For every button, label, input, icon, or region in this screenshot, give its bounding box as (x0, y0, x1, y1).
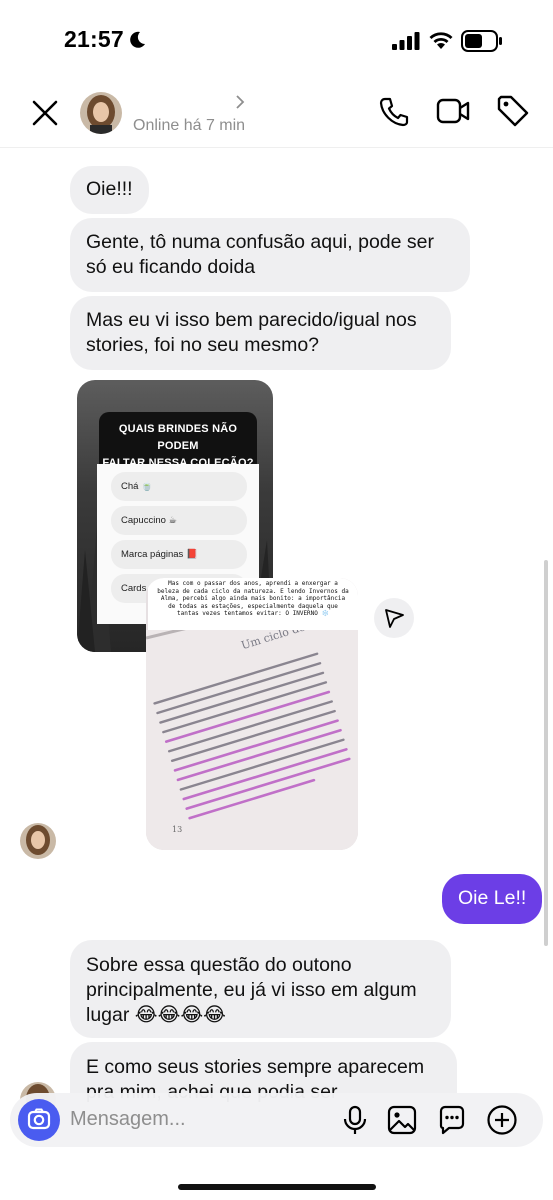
message-composer: Mensagem... (10, 1093, 543, 1147)
contact-status: Online há 7 min (133, 117, 246, 134)
message-bubble-outgoing[interactable]: Oie Le!! (442, 874, 543, 924)
share-button[interactable] (374, 598, 414, 638)
microphone-icon[interactable] (342, 1105, 368, 1135)
message-text: só eu ficando doida (86, 256, 256, 278)
close-icon[interactable] (28, 96, 62, 130)
chat-header: Online há 7 min (0, 84, 553, 148)
message-bubble-incoming[interactable]: Gente, tô numa confusão aqui, pode ser s… (70, 218, 470, 292)
contact-avatar-small[interactable] (20, 823, 56, 859)
message-text: principalmente, eu já vi isso em algum (86, 979, 417, 1001)
message-text: stories, foi no seu mesmo? (86, 334, 320, 356)
send-icon (385, 609, 404, 628)
battery-icon (461, 30, 502, 52)
message-text: E como seus stories sempre aparecem (86, 1056, 425, 1078)
message-bubble-incoming[interactable]: Oie!!! (70, 166, 149, 214)
chevron-right-icon[interactable] (234, 94, 246, 110)
wifi-icon (429, 32, 453, 49)
moon-icon (130, 31, 145, 48)
camera-button[interactable] (18, 1099, 60, 1141)
shared-story-book[interactable]: Um ciclo de inve 13 Mas com o passar dos… (146, 578, 358, 850)
phone-call-icon[interactable] (376, 94, 412, 130)
sticker-icon[interactable] (437, 1105, 467, 1135)
message-bubble-incoming[interactable]: Mas eu vi isso bem parecido/igual nos st… (70, 296, 451, 370)
home-indicator[interactable] (178, 1184, 376, 1190)
quiz-option: Marca páginas 📕 (111, 540, 247, 569)
message-text: lugar 😂😂😂😂 (86, 1004, 226, 1026)
scrollbar[interactable] (544, 560, 548, 946)
camera-icon (27, 1108, 51, 1130)
contact-avatar[interactable] (80, 92, 122, 134)
tag-icon[interactable] (496, 94, 530, 128)
message-text: Oie Le!! (458, 887, 527, 909)
status-time: 21:57 (64, 26, 124, 52)
add-icon[interactable] (486, 1104, 518, 1136)
message-text: Sobre essa questão do outono (86, 954, 352, 976)
message-bubble-incoming[interactable]: Sobre essa questão do outono principalme… (70, 940, 451, 1038)
video-call-icon[interactable] (436, 96, 470, 126)
message-text: Oie!!! (86, 178, 133, 200)
quiz-option: Chá 🍵 (111, 472, 247, 501)
page-number: 13 (172, 825, 182, 834)
cellular-signal-icon (392, 32, 420, 50)
message-text: Gente, tô numa confusão aqui, pode ser (86, 231, 434, 253)
message-input[interactable]: Mensagem... (70, 1108, 186, 1131)
message-text: Mas eu vi isso bem parecido/igual nos (86, 309, 417, 331)
story-caption: Mas com o passar dos anos, aprendi a enx… (148, 578, 358, 630)
gallery-icon[interactable] (387, 1105, 417, 1135)
status-bar: 21:57 (0, 0, 553, 84)
quiz-title: QUAIS BRINDES NÃO PODEM FALTAR NESSA COL… (99, 412, 257, 469)
quiz-option: Capuccino ☕ (111, 506, 247, 535)
